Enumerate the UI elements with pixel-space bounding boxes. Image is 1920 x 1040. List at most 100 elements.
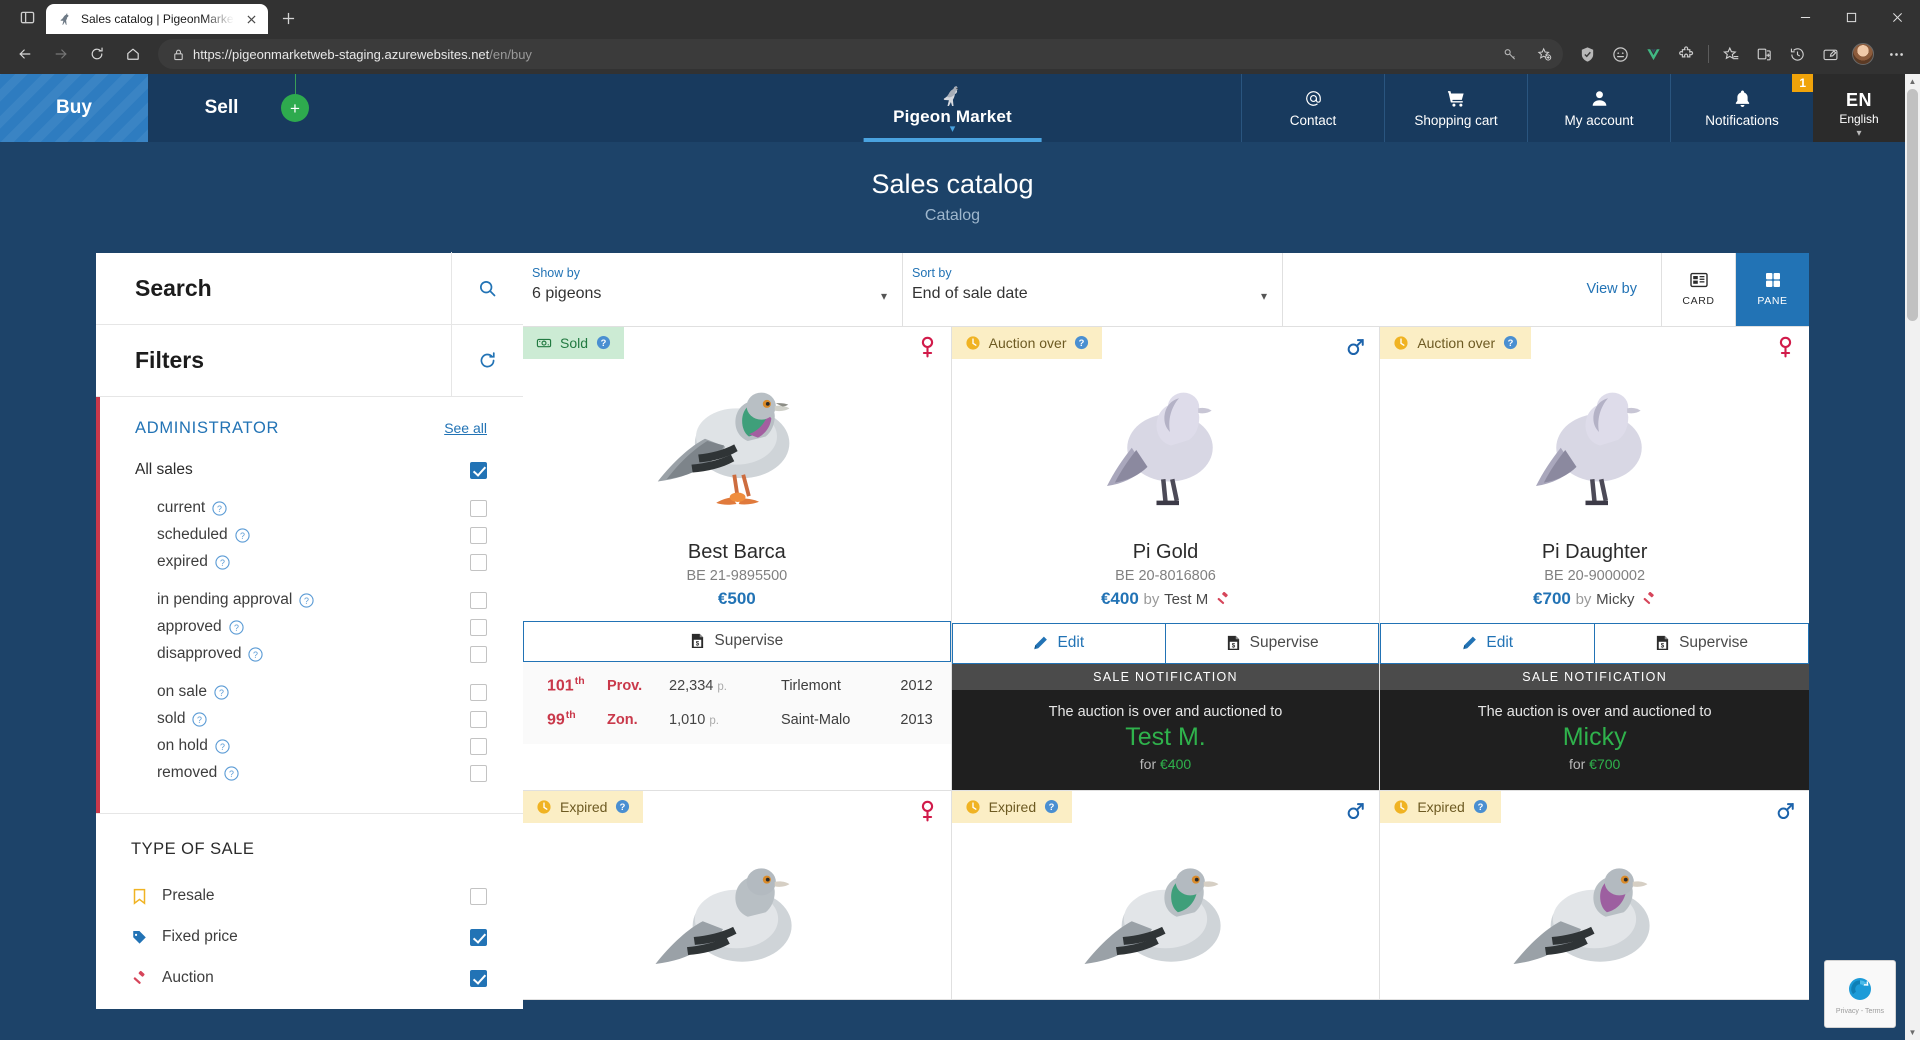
checkbox-on-hold[interactable] (470, 737, 487, 755)
refresh-icon[interactable] (451, 324, 523, 397)
maximize-icon[interactable] (1828, 0, 1874, 34)
checkbox-all-sales[interactable] (470, 461, 487, 479)
help-icon[interactable]: ? (229, 620, 244, 635)
checkbox-approved[interactable] (470, 618, 487, 636)
checkbox-on-sale[interactable] (470, 683, 487, 701)
help-icon[interactable]: ? (1074, 335, 1089, 350)
scroll-up-arrow[interactable]: ▲ (1905, 74, 1920, 89)
nav-item-notifications[interactable]: 1 Notifications (1670, 74, 1813, 142)
vue-devtools-icon[interactable] (1637, 38, 1669, 70)
checkbox-disapproved[interactable] (470, 645, 487, 663)
history-icon[interactable] (1781, 38, 1813, 70)
help-icon[interactable]: ? (215, 555, 230, 570)
add-sale-button[interactable]: + (281, 94, 309, 122)
pigeon-card[interactable]: Auction over ? (1380, 326, 1809, 791)
add-favorite-icon[interactable] (1531, 41, 1557, 67)
filter-row-current[interactable]: current ? (135, 495, 487, 522)
address-bar[interactable]: https://pigeonmarketweb-staging.azureweb… (158, 39, 1563, 69)
filter-row-disapproved[interactable]: disapproved ? (135, 641, 487, 668)
help-icon[interactable]: ? (299, 593, 314, 608)
reload-icon[interactable] (80, 38, 114, 70)
edit-button[interactable]: Edit (951, 622, 1166, 664)
filter-row-removed[interactable]: removed ? (135, 760, 487, 787)
nav-item-buy[interactable]: Buy (0, 74, 148, 142)
edit-button[interactable]: Edit (1380, 622, 1596, 664)
checkbox-in-pending-approval[interactable] (470, 591, 487, 609)
more-icon[interactable] (1880, 38, 1912, 70)
checkbox-removed[interactable] (470, 764, 487, 782)
scroll-down-arrow[interactable]: ▼ (1905, 1025, 1920, 1040)
checkbox-expired[interactable] (470, 553, 487, 571)
checkbox-sold[interactable] (470, 710, 487, 728)
language-selector[interactable]: EN English ▾ (1813, 74, 1905, 142)
scrollbar-thumb[interactable] (1907, 89, 1918, 321)
pigeon-card[interactable]: Expired ? (1380, 790, 1809, 1000)
extensions-icon[interactable] (1670, 38, 1702, 70)
see-all-link[interactable]: See all (444, 420, 487, 436)
help-icon[interactable]: ? (596, 335, 611, 350)
pigeon-card[interactable]: Expired ? (951, 790, 1381, 1000)
help-icon[interactable]: ? (248, 647, 264, 662)
browser-tab[interactable]: Sales catalog | PigeonMarket - B (46, 4, 268, 34)
nav-item-sell[interactable]: Sell (148, 74, 295, 142)
collections-icon[interactable] (1748, 38, 1780, 70)
help-icon[interactable]: ? (1044, 799, 1059, 814)
type-of-sale-row-auction[interactable]: Auction (131, 958, 487, 999)
nav-item-shopping-cart[interactable]: Shopping cart (1384, 74, 1527, 142)
back-arrow-icon[interactable] (8, 38, 42, 70)
supervise-button[interactable]: $ Supervise (523, 620, 951, 662)
checkbox-auction[interactable] (470, 969, 487, 987)
sort-by-select[interactable]: Sort by End of sale date ▾ (903, 252, 1283, 326)
help-icon[interactable]: ? (212, 501, 227, 516)
help-icon[interactable]: ? (215, 739, 230, 754)
help-icon[interactable]: ? (615, 799, 630, 814)
checkbox-current[interactable] (470, 499, 487, 517)
forward-arrow-icon[interactable] (44, 38, 78, 70)
type-of-sale-row-fixed-price[interactable]: Fixed price (131, 917, 487, 958)
filter-row-on-hold[interactable]: on hold ? (135, 733, 487, 760)
pigeon-card[interactable]: Sold ? Best Barca BE 21-9895500 €500 $ S… (523, 326, 952, 791)
filter-row-on-sale[interactable]: on sale ? (135, 679, 487, 706)
nav-item-contact[interactable]: Contact (1241, 74, 1384, 142)
brand-logo[interactable]: Pigeon Market ▾ (863, 74, 1042, 142)
filter-row-all-sales[interactable]: All sales (135, 457, 487, 484)
page-scrollbar[interactable]: ▲ ▼ (1905, 74, 1920, 1040)
screenshot-icon[interactable] (1814, 38, 1846, 70)
filter-row-in-pending-approval[interactable]: in pending approval ? (135, 587, 487, 614)
close-icon[interactable] (242, 10, 260, 28)
view-mode-pane[interactable]: PANE (1735, 252, 1809, 326)
profile-avatar[interactable] (1847, 38, 1879, 70)
checkbox-fixed-price[interactable] (470, 928, 487, 946)
checkbox-scheduled[interactable] (470, 526, 487, 544)
show-by-select[interactable]: Show by 6 pigeons ▾ (523, 252, 903, 326)
tab-list-button[interactable] (8, 0, 46, 34)
favorites-icon[interactable] (1715, 38, 1747, 70)
search-icon[interactable] (451, 252, 523, 325)
filter-row-expired[interactable]: expired ? (135, 549, 487, 576)
filter-row-scheduled[interactable]: scheduled ? (135, 522, 487, 549)
new-tab-button[interactable] (274, 4, 302, 32)
minimize-icon[interactable] (1782, 0, 1828, 34)
recaptcha-privacy-link[interactable]: Privacy - Terms (1836, 1008, 1884, 1015)
home-icon[interactable] (116, 38, 150, 70)
filter-row-approved[interactable]: approved ? (135, 614, 487, 641)
nav-item-my-account[interactable]: My account (1527, 74, 1670, 142)
pigeon-card[interactable]: Auction over ? (951, 326, 1381, 791)
view-mode-card[interactable]: CARD (1661, 252, 1735, 326)
close-window-icon[interactable] (1874, 0, 1920, 34)
pigeon-card[interactable]: Expired ? (523, 790, 952, 1000)
shield-icon[interactable] (1571, 38, 1603, 70)
help-icon[interactable]: ? (192, 712, 208, 727)
checkbox-presale[interactable] (470, 887, 487, 905)
help-icon[interactable]: ? (1473, 799, 1488, 814)
emoji-icon[interactable] (1604, 38, 1636, 70)
supervise-button[interactable]: $ Supervise (1165, 622, 1380, 664)
help-icon[interactable]: ? (224, 766, 239, 781)
help-icon[interactable]: ? (1503, 335, 1518, 350)
type-of-sale-row-presale[interactable]: Presale (131, 876, 487, 917)
supervise-button[interactable]: $ Supervise (1595, 622, 1809, 664)
recaptcha-badge[interactable]: Privacy - Terms (1824, 960, 1896, 1028)
key-icon[interactable] (1497, 41, 1523, 67)
filter-row-sold[interactable]: sold ? (135, 706, 487, 733)
help-icon[interactable]: ? (214, 685, 229, 700)
